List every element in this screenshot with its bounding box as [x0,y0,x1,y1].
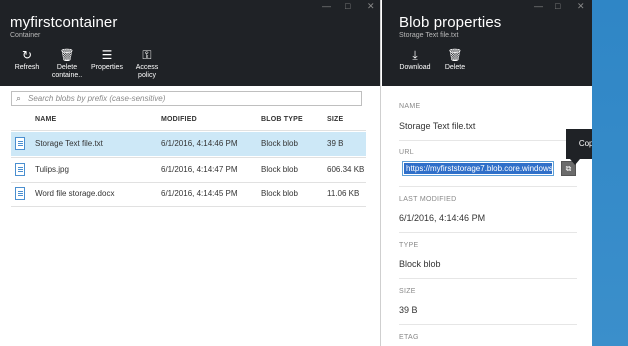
table-row[interactable]: Storage Text file.txt 6/1/2016, 4:14:46 … [11,132,366,156]
close-icon[interactable]: ✕ [367,2,375,11]
access-policy-button[interactable]: ⚿ Access policy [132,48,162,80]
size-value: 39 B [399,305,418,315]
url-value[interactable]: https://myfirststorage7.blob.core.window… [404,163,552,174]
key-icon: ⚿ [142,48,152,62]
column-header-blob-type[interactable]: BLOB TYPE [261,116,303,123]
property-divider [399,140,577,141]
row-modified: 6/1/2016, 4:14:47 PM [161,165,238,174]
copy-icon: ⧉ [565,164,572,173]
file-icon [15,137,25,150]
size-label: SIZE [399,288,416,295]
blade-title: myfirstcontainer [10,14,118,31]
properties-icon: ☰ [101,48,113,62]
maximize-icon[interactable]: □ [345,2,350,11]
etag-label: ETAG [399,334,419,341]
row-name: Storage Text file.txt [35,139,103,148]
blade-title: Blob properties [399,14,502,31]
delete-button[interactable]: 🗑 Delete [442,48,468,72]
download-button[interactable]: ⤓ Download [398,48,432,72]
row-type: Block blob [261,139,298,148]
refresh-button[interactable]: ↻ Refresh [13,48,41,72]
delete-container-button[interactable]: 🗑 Delete containe.. [50,48,84,80]
row-divider [11,206,366,207]
column-header-modified[interactable]: MODIFIED [161,116,197,123]
blade-subtitle: Container [10,32,41,39]
name-label: NAME [399,103,421,110]
delete-label: Delete [444,64,466,71]
maximize-icon[interactable]: □ [555,2,560,11]
trash-icon: 🗑 [447,48,463,62]
row-name: Word file storage.docx [35,189,115,198]
file-icon [15,187,25,200]
file-icon [15,163,25,176]
table-row[interactable]: Word file storage.docx 6/1/2016, 4:14:45… [11,182,366,206]
row-size: 606.34 KB [327,165,365,174]
properties-button[interactable]: ☰ Properties [90,48,124,72]
properties-label: Properties [91,64,123,71]
close-icon[interactable]: ✕ [577,2,585,11]
property-divider [399,324,577,325]
search-placeholder: Search blobs by prefix (case-sensitive) [28,94,166,103]
type-label: TYPE [399,242,419,249]
table-header-divider [11,130,366,131]
access-policy-label-line2: policy [138,72,156,79]
row-size: 11.06 KB [327,189,360,198]
access-policy-label-line1: Access [135,64,159,71]
row-modified: 6/1/2016, 4:14:46 PM [161,139,238,148]
name-value: Storage Text file.txt [399,121,476,131]
row-modified: 6/1/2016, 4:14:45 PM [161,189,238,198]
delete-container-label-line2: containe.. [51,72,83,79]
last-modified-value: 6/1/2016, 4:14:46 PM [399,213,486,223]
url-field[interactable]: https://myfirststorage7.blob.core.window… [402,161,554,176]
minimize-icon[interactable]: — [322,2,331,11]
search-input[interactable]: ⌕ Search blobs by prefix (case-sensitive… [11,91,362,106]
search-icon: ⌕ [16,93,22,103]
download-label: Download [399,64,431,71]
container-blade: myfirstcontainer Container — □ ✕ ↻ Refre… [0,0,381,346]
minimize-icon[interactable]: — [534,2,543,11]
column-header-name[interactable]: NAME [35,116,56,123]
last-modified-label: LAST MODIFIED [399,196,457,203]
property-divider [399,232,577,233]
portal-background-edge [592,0,628,346]
row-size: 39 B [327,139,344,148]
row-name: Tulips.jpg [35,165,69,174]
row-type: Block blob [261,189,298,198]
refresh-label: Refresh [14,64,40,71]
trash-icon: 🗑 [59,48,75,62]
delete-container-label-line1: Delete [56,64,78,71]
url-label: URL [399,149,414,156]
container-blade-header: myfirstcontainer Container — □ ✕ ↻ Refre… [0,0,380,86]
blade-subtitle: Storage Text file.txt [399,32,459,39]
property-divider [399,186,577,187]
property-divider [399,278,577,279]
refresh-icon: ↻ [21,48,33,62]
blob-properties-header: Blob properties Storage Text file.txt — … [382,0,592,86]
table-row[interactable]: Tulips.jpg 6/1/2016, 4:14:47 PM Block bl… [11,158,366,182]
type-value: Block blob [399,259,441,269]
row-type: Block blob [261,165,298,174]
column-header-size[interactable]: SIZE [327,116,343,123]
download-icon: ⤓ [412,48,418,62]
